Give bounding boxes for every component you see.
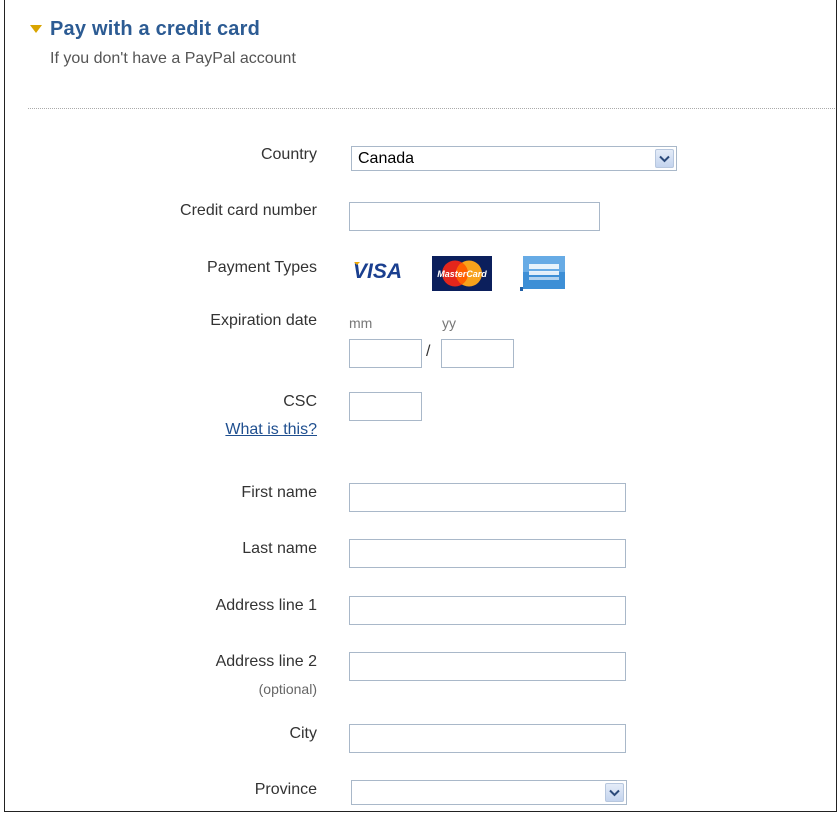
card-number-input[interactable] bbox=[349, 202, 600, 231]
first-name-input[interactable] bbox=[349, 483, 626, 512]
address2-optional-note: (optional) bbox=[258, 681, 317, 697]
date-separator: / bbox=[426, 343, 431, 360]
amex-logo-icon bbox=[520, 256, 565, 291]
expiration-year-input[interactable] bbox=[441, 339, 514, 368]
expiration-month-input[interactable] bbox=[349, 339, 422, 368]
country-select[interactable]: Canada bbox=[351, 146, 677, 171]
payment-types-label: Payment Types bbox=[207, 259, 317, 276]
address1-input[interactable] bbox=[349, 596, 626, 625]
city-input[interactable] bbox=[349, 724, 626, 753]
expand-triangle-icon[interactable] bbox=[30, 25, 42, 33]
address2-input[interactable] bbox=[349, 652, 626, 681]
section-header[interactable]: Pay with a credit card bbox=[30, 15, 260, 43]
section-subtitle: If you don't have a PayPal account bbox=[50, 50, 296, 67]
country-label: Country bbox=[260, 146, 317, 163]
last-name-input[interactable] bbox=[349, 539, 626, 568]
year-hint: yy bbox=[442, 315, 456, 331]
last-name-label: Last name bbox=[242, 540, 317, 557]
province-label: Province bbox=[254, 781, 317, 798]
card-number-label: Credit card number bbox=[180, 202, 317, 219]
country-select-value: Canada bbox=[358, 149, 415, 167]
address2-label: Address line 2 bbox=[215, 653, 317, 670]
chevron-down-icon[interactable] bbox=[655, 149, 674, 168]
dotted-divider bbox=[28, 108, 835, 109]
expiration-label: Expiration date bbox=[210, 312, 317, 329]
chevron-down-icon[interactable] bbox=[605, 783, 624, 802]
svg-text:VISA: VISA bbox=[353, 260, 402, 283]
csc-help-link[interactable]: What is this? bbox=[225, 421, 317, 439]
visa-logo-icon: VISA bbox=[351, 258, 407, 284]
city-label: City bbox=[289, 725, 317, 742]
first-name-label: First name bbox=[241, 484, 317, 501]
csc-label: CSC bbox=[283, 393, 317, 410]
month-hint: mm bbox=[349, 315, 373, 331]
mastercard-logo-icon: MasterCard bbox=[432, 256, 492, 291]
svg-text:MasterCard: MasterCard bbox=[437, 269, 487, 279]
province-select[interactable] bbox=[351, 780, 627, 805]
address1-label: Address line 1 bbox=[215, 597, 317, 614]
csc-input[interactable] bbox=[349, 392, 422, 421]
section-title[interactable]: Pay with a credit card bbox=[50, 18, 260, 41]
